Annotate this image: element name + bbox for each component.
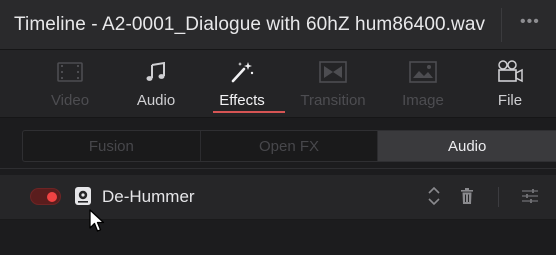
actions-divider	[498, 187, 499, 207]
tab-file-label: File	[497, 92, 523, 109]
mouse-pointer-icon	[88, 208, 106, 239]
row-divider	[0, 219, 556, 220]
effect-enable-toggle[interactable]	[30, 188, 61, 205]
tab-effects-label: Effects	[219, 92, 265, 109]
tab-video[interactable]: Video	[25, 50, 115, 118]
more-options-icon[interactable]: •••	[520, 13, 540, 31]
active-tab-indicator	[213, 111, 285, 113]
subtab-audio[interactable]: Audio	[378, 131, 556, 161]
music-note-icon	[142, 60, 170, 84]
settings-sliders-icon[interactable]	[521, 187, 539, 210]
tab-image-label: Image	[402, 92, 444, 109]
tab-effects[interactable]: Effects	[197, 50, 287, 118]
tab-transition[interactable]: Transition	[288, 50, 378, 118]
tab-file[interactable]: File	[465, 50, 555, 118]
tab-video-label: Video	[50, 92, 90, 109]
magic-wand-icon	[228, 60, 256, 84]
file-projector-icon	[496, 60, 524, 84]
toggle-knob	[47, 192, 57, 202]
inspector-tabbar: Video Audio Effects Transition Image Fil…	[0, 50, 556, 118]
section-divider	[0, 168, 556, 169]
effect-name: De-Hummer	[102, 187, 195, 206]
titlebar-divider	[501, 8, 502, 42]
audio-plugin-icon	[74, 186, 92, 206]
transition-icon	[319, 60, 347, 84]
tab-audio[interactable]: Audio	[111, 50, 201, 118]
effects-subtab-bar: Fusion Open FX Audio	[22, 130, 556, 162]
effect-row-de-hummer[interactable]: De-Hummer	[0, 175, 556, 219]
tab-image[interactable]: Image	[378, 50, 468, 118]
reorder-chevrons-icon[interactable]	[427, 185, 441, 212]
tab-audio-label: Audio	[136, 92, 176, 109]
subtab-open-fx[interactable]: Open FX	[201, 131, 379, 161]
window-title: Timeline - A2-0001_Dialogue with 60hZ hu…	[14, 13, 486, 35]
image-icon	[409, 60, 437, 84]
delete-trash-icon[interactable]	[460, 187, 474, 210]
window-titlebar: Timeline - A2-0001_Dialogue with 60hZ hu…	[0, 0, 556, 50]
subtab-fusion[interactable]: Fusion	[23, 131, 201, 161]
tab-transition-label: Transition	[300, 92, 366, 109]
video-icon	[56, 60, 84, 84]
